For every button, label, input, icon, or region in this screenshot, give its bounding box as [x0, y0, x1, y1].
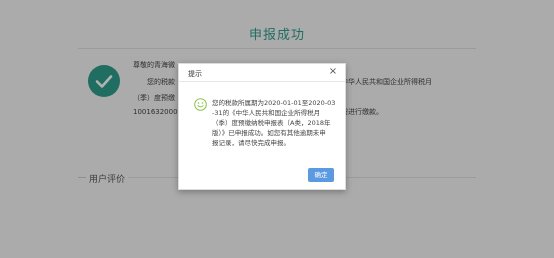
confirm-button[interactable]: 确定 [308, 168, 334, 182]
message-line: 版）》已申报成功。如您有其他逾期未申 [212, 129, 326, 137]
message-line: （季）度预缴纳税申报表（A类，2018年 [212, 119, 331, 127]
prompt-dialog: 提示 × 您的税款所属期为2020-01-01至2020-03 -31的《中华人… [178, 63, 346, 190]
dialog-message: 您的税款所属期为2020-01-01至2020-03 -31的《中华人民共和国企… [212, 98, 338, 148]
message-line: 您的税款所属期为2020-01-01至2020-03 [212, 99, 336, 107]
dialog-header: 提示 × [179, 64, 345, 82]
close-icon[interactable]: × [327, 66, 339, 78]
message-line: 报记录，请尽快完成申报。 [212, 139, 290, 147]
dialog-title: 提示 [188, 70, 202, 78]
smile-icon [194, 98, 207, 111]
message-line: -31的《中华人民共和国企业所得税月 [212, 109, 321, 117]
